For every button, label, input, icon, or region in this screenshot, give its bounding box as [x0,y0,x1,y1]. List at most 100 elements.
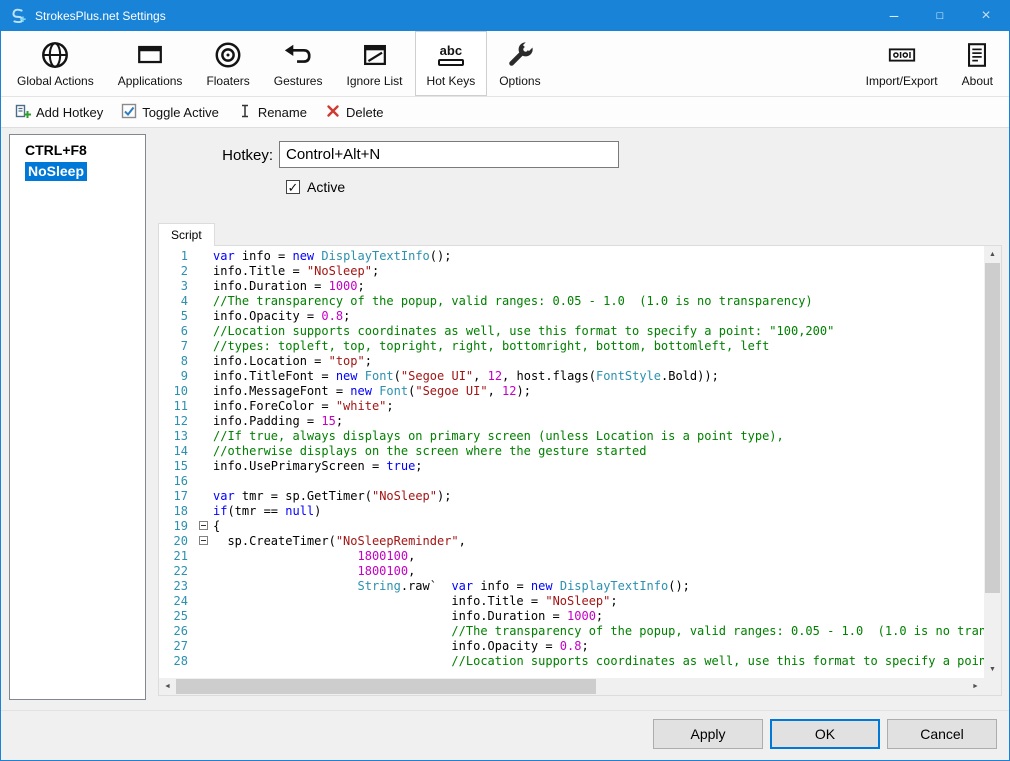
line-number: 28 [159,654,197,669]
minimize-icon: ─ [890,9,899,23]
toolbar-hot-keys[interactable]: abc Hot Keys [415,31,488,96]
wrench-icon [505,39,535,71]
fold-margin [197,279,213,294]
ignore-list-icon [360,39,390,71]
toggle-active-button[interactable]: Toggle Active [113,99,227,126]
toolbar-floaters[interactable]: Floaters [194,31,261,96]
maximize-button[interactable]: □ [917,1,963,31]
fold-margin [197,354,213,369]
line-number: 25 [159,609,197,624]
fold-marker[interactable] [199,521,208,530]
fold-marker[interactable] [199,536,208,545]
fold-margin [197,624,213,639]
toolbar-applications[interactable]: Applications [106,31,195,96]
code-text: sp.CreateTimer("NoSleepReminder", [213,534,466,549]
hotkey-list: CTRL+F8 NoSleep [9,134,146,700]
fold-margin [197,474,213,489]
line-number: 26 [159,624,197,639]
scroll-up-icon[interactable]: ▲ [984,246,1001,263]
action-label: Add Hotkey [36,105,103,120]
line-number: 4 [159,294,197,309]
toolbar-label: Hot Keys [427,74,476,88]
vertical-scroll-thumb[interactable] [985,263,1000,593]
code-line: 18if(tmr == null) [159,504,984,519]
script-editor[interactable]: 1var info = new DisplayTextInfo();2info.… [159,246,1001,695]
hotkey-item-ctrl-f8[interactable]: CTRL+F8 [10,140,145,161]
toggle-check-icon [121,103,137,122]
scroll-down-icon[interactable]: ▼ [984,661,1001,678]
code-text: info.Duration = 1000; [213,609,603,624]
apply-button[interactable]: Apply [653,719,763,749]
active-checkbox[interactable]: ✓ [286,180,300,194]
hotkey-actionbar: Add Hotkey Toggle Active Rename Delete [1,97,1009,128]
add-icon [15,103,31,122]
code-text: var tmr = sp.GetTimer("NoSleep"); [213,489,451,504]
line-number: 22 [159,564,197,579]
add-hotkey-button[interactable]: Add Hotkey [7,99,111,126]
tab-script[interactable]: Script [158,223,215,246]
code-text: info.MessageFont = new Font("Segoe UI", … [213,384,531,399]
window-title: StrokesPlus.net Settings [35,9,166,23]
toolbar-label: Applications [118,74,183,88]
code-text: { [213,519,220,534]
toolbar-label: Gestures [274,74,323,88]
ok-button[interactable]: OK [770,719,880,749]
delete-button[interactable]: Delete [317,99,392,126]
line-number: 21 [159,549,197,564]
close-button[interactable]: × [963,1,1009,31]
hotkey-item-nosleep[interactable]: NoSleep [10,161,145,182]
rename-button[interactable]: Rename [229,99,315,126]
horizontal-scroll-thumb[interactable] [176,679,596,694]
footer: Apply OK Cancel [1,710,1009,760]
action-label: Toggle Active [142,105,219,120]
toolbar-global-actions[interactable]: Global Actions [5,31,106,96]
scroll-right-icon[interactable]: ► [967,678,984,695]
code-line: 14//otherwise displays on the screen whe… [159,444,984,459]
line-number: 13 [159,429,197,444]
close-icon: × [981,7,990,25]
code-line: 8info.Location = "top"; [159,354,984,369]
fold-margin [197,399,213,414]
fold-margin [197,504,213,519]
window-icon [135,39,165,71]
scroll-left-icon[interactable]: ◄ [159,678,176,695]
line-number: 19 [159,519,197,534]
toolbar-ignore-list[interactable]: Ignore List [334,31,414,96]
red-x-icon [325,103,341,122]
tab-script-label: Script [171,228,202,242]
code-line: 16 [159,474,984,489]
minimize-button[interactable]: ─ [871,1,917,31]
toolbar-label: Floaters [206,74,249,88]
code-line: 17 var tmr = sp.GetTimer("NoSleep"); [159,489,984,504]
target-icon [213,39,243,71]
scrollbar-corner [984,678,1001,695]
fold-margin [197,489,213,504]
fold-margin [197,339,213,354]
toolbar-about[interactable]: About [950,31,1005,96]
curved-arrow-icon [283,39,313,71]
code-line: 10info.MessageFont = new Font("Segoe UI"… [159,384,984,399]
line-number: 27 [159,639,197,654]
cancel-button[interactable]: Cancel [887,719,997,749]
code-text: //The transparency of the popup, valid r… [213,294,813,309]
toolbar-label: About [962,74,993,88]
code-line: 3info.Duration = 1000; [159,279,984,294]
fold-margin [197,639,213,654]
app-logo-icon [9,7,27,25]
fold-margin [197,444,213,459]
fold-margin [197,579,213,594]
toolbar-import-export[interactable]: Import/Export [854,31,950,96]
action-label: Rename [258,105,307,120]
code-text: info.Opacity = 0.8; [213,639,589,654]
toolbar-gestures[interactable]: Gestures [262,31,335,96]
cancel-button-label: Cancel [920,726,964,742]
fold-margin [197,519,213,534]
editor-horizontal-scrollbar[interactable]: ◄ ► [159,678,984,695]
line-number: 3 [159,279,197,294]
toolbar-options[interactable]: Options [487,31,552,96]
code-line: 25 info.Duration = 1000; [159,609,984,624]
text-cursor-icon [237,103,253,122]
hotkey-input[interactable] [279,141,619,168]
line-number: 17 [159,489,197,504]
editor-vertical-scrollbar[interactable]: ▲ ▼ [984,246,1001,678]
